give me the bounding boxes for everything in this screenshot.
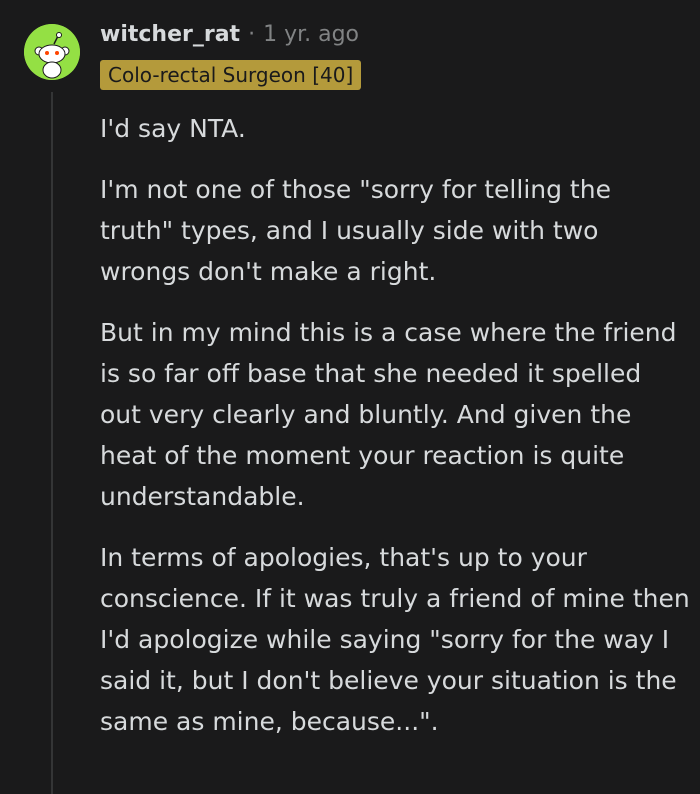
comment-paragraph: But in my mind this is a case where the … (100, 318, 677, 511)
user-flair-badge: Colo-rectal Surgeon [40] (100, 60, 362, 90)
snoo-avatar-icon (24, 24, 80, 80)
comment-paragraph: I'm not one of those "sorry for telling … (100, 175, 611, 286)
comment-paragraph: I'd say NTA. (100, 114, 246, 143)
thread-collapse-line[interactable] (51, 92, 53, 794)
comment-body: I'd say NTA. I'm not one of those "sorry… (100, 108, 690, 762)
separator-dot: · (248, 21, 256, 47)
comment-header: witcher_rat · 1 yr. ago (100, 16, 359, 52)
comment-paragraph: In terms of apologies, that's up to your… (100, 543, 690, 736)
username-link[interactable]: witcher_rat (100, 22, 240, 47)
avatar[interactable] (24, 24, 80, 80)
comment-timestamp[interactable]: 1 yr. ago (263, 22, 359, 47)
comment: witcher_rat · 1 yr. ago Colo-rectal Surg… (0, 0, 700, 794)
